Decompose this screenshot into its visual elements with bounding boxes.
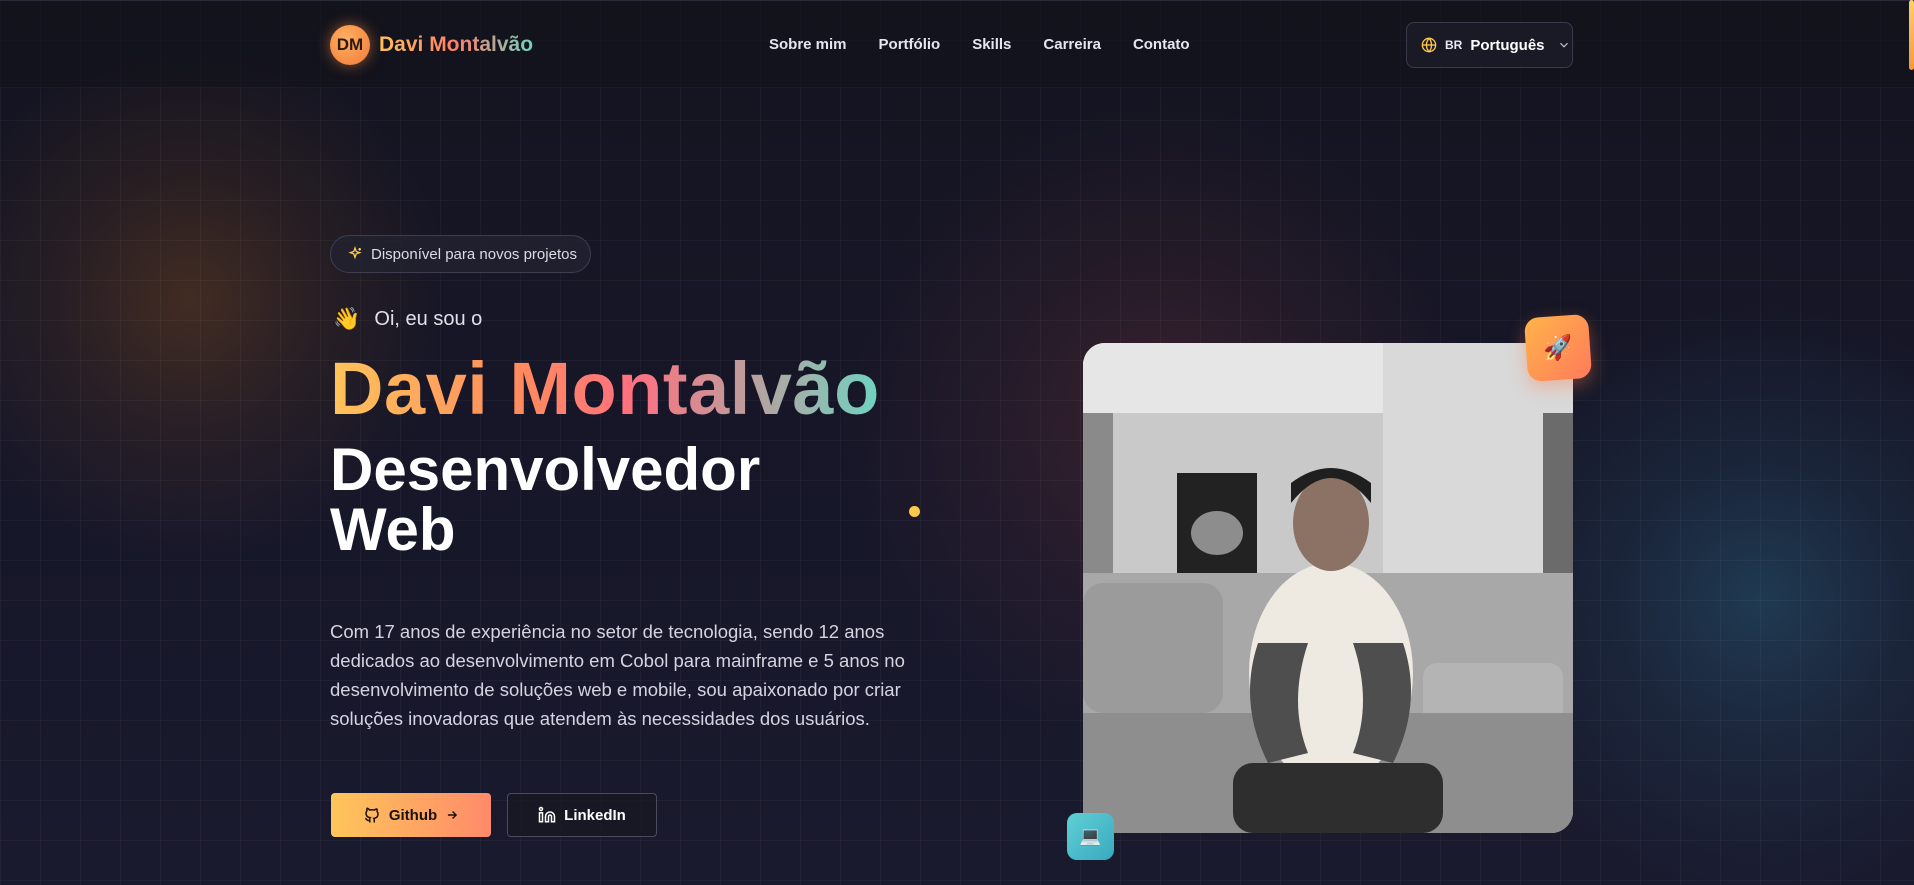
wave-icon: 👋 [333, 306, 361, 331]
github-button[interactable]: Github [331, 793, 491, 837]
laptop-icon: 💻 [1067, 813, 1114, 860]
linkedin-button[interactable]: LinkedIn [507, 793, 657, 837]
logo-initials: DM [330, 25, 370, 65]
arrow-right-icon [448, 810, 458, 820]
nav-contato[interactable]: Contato [1133, 36, 1190, 53]
profile-photo [1083, 343, 1573, 833]
github-icon [364, 807, 379, 823]
hero-description: Com 17 anos de experiência no setor de t… [330, 621, 905, 729]
hero-name: Davi Montalvão [330, 347, 880, 430]
language-selector[interactable]: BR Português [1406, 22, 1573, 68]
nav-carreira[interactable]: Carreira [1043, 36, 1101, 53]
brand-name: Davi Montalvão [379, 33, 534, 56]
nav-skills[interactable]: Skills [972, 36, 1011, 53]
availability-text: Disponível para novos projetos [371, 245, 577, 263]
availability-badge: Disponível para novos projetos [330, 235, 591, 273]
linkedin-icon [538, 806, 556, 823]
linkedin-button-label: LinkedIn [564, 806, 626, 824]
github-button-label: Github [388, 806, 438, 824]
site-header: DM Davi Montalvão Sobre mim Portfólio Sk… [0, 0, 1914, 88]
background-grid [0, 0, 1914, 885]
language-label: Português [1470, 36, 1545, 54]
rocket-icon: 🚀 [1523, 313, 1593, 383]
brand-logo[interactable]: DM Davi Montalvão [330, 25, 533, 65]
scroll-progress-indicator [1909, 0, 1914, 70]
sparkles-icon [348, 246, 362, 260]
page-background [0, 0, 1914, 885]
decorative-dot [909, 506, 920, 517]
main-nav: Sobre mim Portfólio Skills Carreira Cont… [769, 36, 1190, 53]
language-flag: BR [1445, 38, 1463, 52]
nav-portfolio[interactable]: Portfólio [879, 36, 941, 53]
hero-role: Desenvolvedor Web [330, 436, 761, 563]
chevron-down-icon [1559, 42, 1568, 48]
greeting-text: Oi, eu sou o [374, 307, 483, 330]
nav-sobre-mim[interactable]: Sobre mim [769, 36, 847, 53]
greeting: 👋 Oi, eu sou o [333, 306, 482, 332]
globe-icon [1421, 37, 1437, 53]
